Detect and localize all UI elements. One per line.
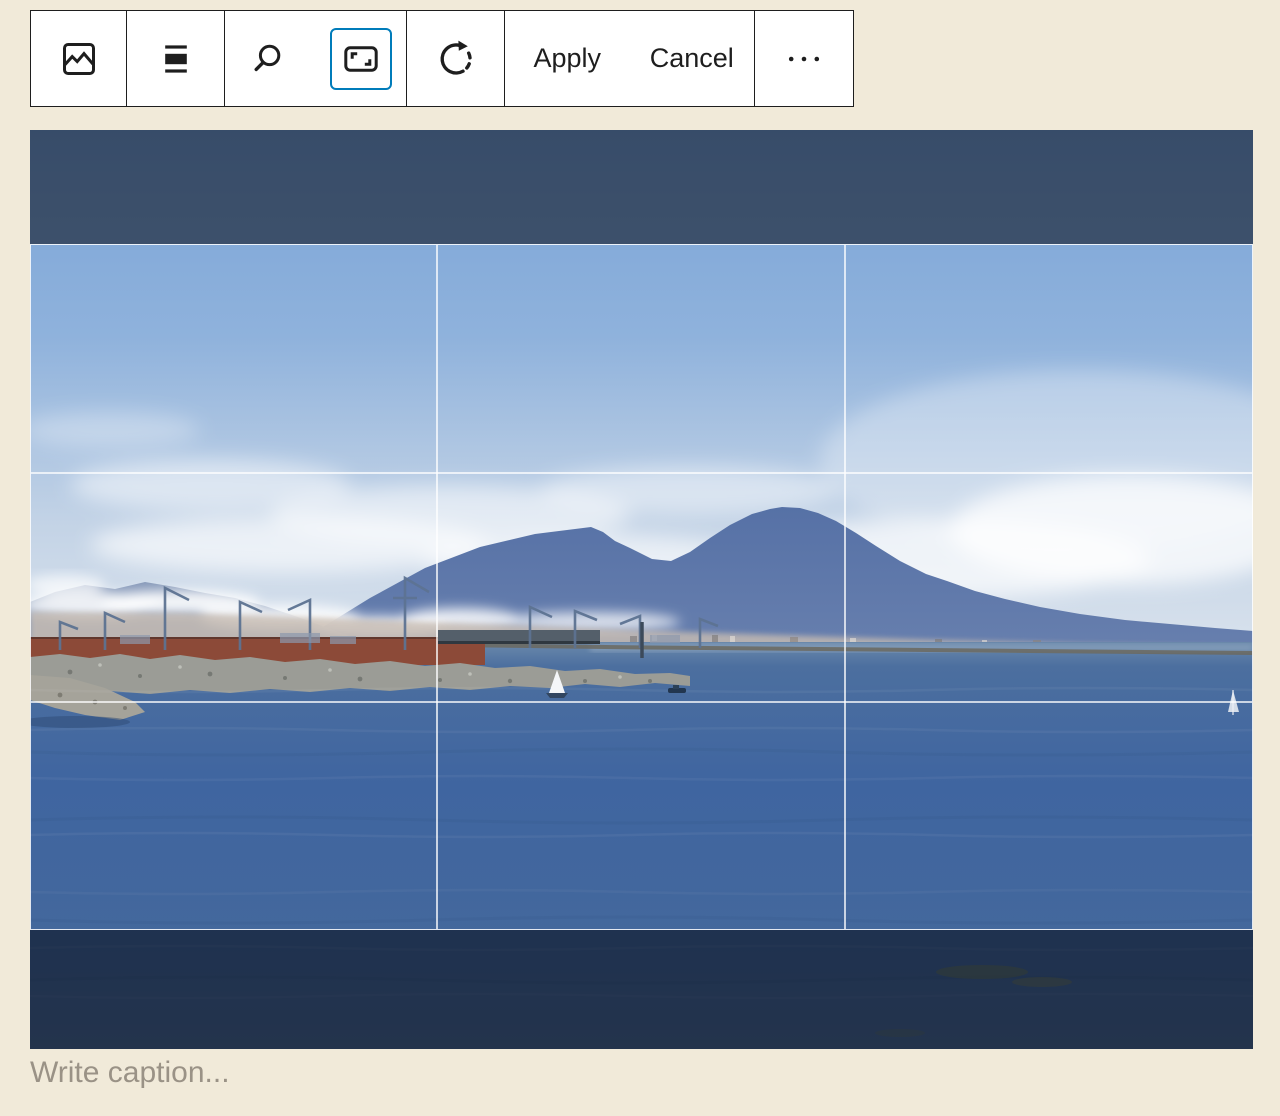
image-crop-canvas — [30, 130, 1253, 1049]
toolbar-group-crop-tools — [225, 11, 407, 106]
toolbar-group-more — [755, 11, 853, 106]
editor-page: Apply Cancel — [0, 0, 1280, 1116]
crop-frame[interactable] — [30, 244, 1253, 930]
rotate-button[interactable] — [407, 11, 504, 106]
image-icon — [55, 35, 103, 83]
more-horizontal-icon — [780, 35, 828, 83]
toolbar-group-rotate — [407, 11, 505, 106]
toolbar-group-align — [127, 11, 225, 106]
cancel-button[interactable]: Cancel — [630, 11, 755, 106]
rotate-right-icon — [432, 35, 480, 83]
align-none-icon — [152, 35, 200, 83]
aspect-ratio-button[interactable] — [316, 11, 407, 106]
grid-line-vertical-2 — [844, 245, 846, 929]
block-toolbar: Apply Cancel — [30, 10, 854, 107]
toolbar-group-actions: Apply Cancel — [505, 11, 755, 106]
aspect-ratio-selected-outline — [330, 28, 392, 90]
caption-input[interactable]: Write caption... — [30, 1056, 230, 1090]
grid-line-horizontal-2 — [31, 701, 1252, 703]
aspect-ratio-icon — [337, 35, 385, 83]
align-button[interactable] — [127, 11, 224, 106]
more-options-button[interactable] — [755, 11, 853, 106]
image-block-button[interactable] — [31, 11, 126, 106]
apply-button[interactable]: Apply — [505, 11, 630, 106]
toolbar-group-block — [31, 11, 127, 106]
grid-line-vertical-1 — [436, 245, 438, 929]
grid-line-horizontal-1 — [31, 472, 1252, 474]
zoom-button[interactable] — [225, 11, 316, 106]
search-icon — [246, 35, 294, 83]
